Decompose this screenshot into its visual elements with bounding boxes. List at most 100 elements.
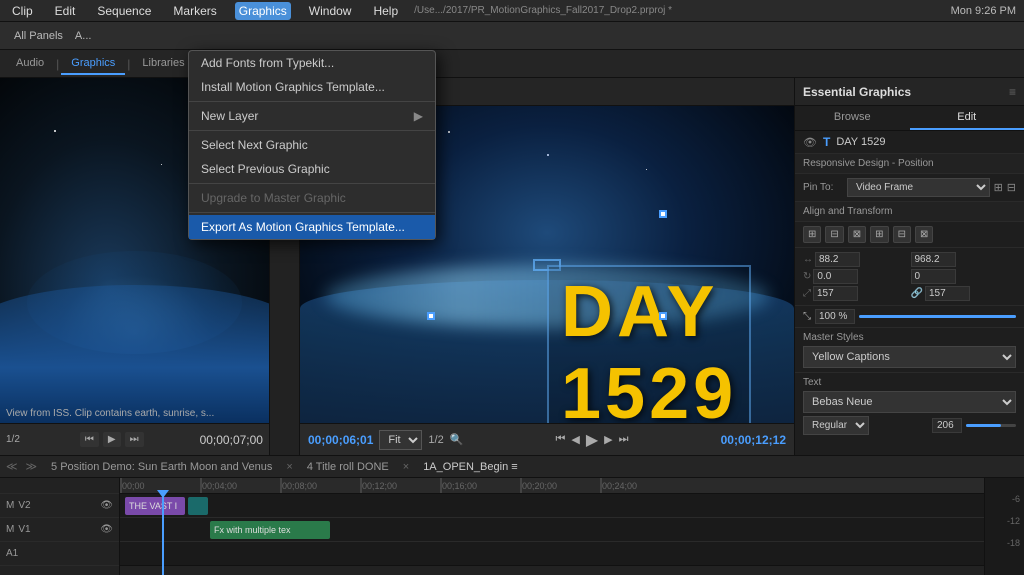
left-timecode: 00;00;07;00 bbox=[200, 433, 263, 447]
toolbar-item-2[interactable]: A... bbox=[69, 28, 98, 44]
fit-select[interactable]: Fit bbox=[379, 430, 422, 450]
scale-slider-fill bbox=[859, 315, 1016, 318]
db-label-18: -18 bbox=[989, 538, 1020, 548]
c-star3 bbox=[547, 154, 549, 156]
align-transform-label: Align and Transform bbox=[795, 202, 1024, 222]
handle-br[interactable] bbox=[659, 312, 667, 320]
scale-input[interactable] bbox=[911, 269, 956, 284]
zoom-to-fit[interactable]: 🔍 bbox=[450, 433, 464, 446]
all-panels-btn[interactable]: All Panels bbox=[8, 28, 69, 44]
track-v2-eye[interactable]: 👁 bbox=[100, 500, 113, 511]
dd-select-prev-label: Select Previous Graphic bbox=[201, 162, 330, 176]
tab-sep1: | bbox=[56, 57, 59, 71]
dd-select-next-label: Select Next Graphic bbox=[201, 138, 308, 152]
rotation-input[interactable] bbox=[813, 269, 858, 284]
width-input[interactable] bbox=[813, 286, 858, 301]
height-input[interactable] bbox=[925, 286, 970, 301]
handle-bl[interactable] bbox=[427, 312, 435, 320]
tl-tab2-close[interactable]: × bbox=[403, 461, 409, 473]
left-play-back[interactable]: ⏮ bbox=[80, 432, 99, 447]
tl-label-v2: M V2 👁 bbox=[0, 494, 119, 518]
align-left[interactable]: ⊞ bbox=[803, 226, 821, 243]
font-size-slider[interactable] bbox=[966, 424, 1016, 427]
track-v1-eye[interactable]: 👁 bbox=[100, 524, 113, 535]
scale-pct-input[interactable] bbox=[815, 309, 855, 324]
tl-nav-left[interactable]: ≪ bbox=[6, 460, 18, 473]
layer-visibility-toggle[interactable]: 👁 bbox=[803, 136, 817, 149]
track-v1: Fx with multiple tex bbox=[120, 518, 984, 542]
go-to-in[interactable]: ⏮ bbox=[555, 433, 565, 446]
day-text-display: DAY 1529 bbox=[547, 265, 751, 424]
tl-tab3[interactable]: 1A_OPEN_Begin ≡ bbox=[417, 459, 523, 475]
font-size-input[interactable] bbox=[932, 418, 962, 433]
master-styles-section: Master Styles Yellow Captions bbox=[795, 328, 1024, 373]
dd-add-fonts[interactable]: Add Fonts from Typekit... bbox=[189, 51, 435, 75]
tab-browse[interactable]: Browse bbox=[795, 106, 910, 130]
selection-box: DAY 1529 bbox=[533, 259, 561, 271]
position-y-input[interactable] bbox=[911, 252, 956, 267]
align-center-v[interactable]: ⊟ bbox=[893, 226, 911, 243]
dd-select-prev[interactable]: Select Previous Graphic bbox=[189, 157, 435, 181]
menu-window[interactable]: Window bbox=[305, 2, 356, 20]
align-top[interactable]: ⊞ bbox=[870, 226, 888, 243]
track-v2-label: M bbox=[6, 500, 14, 511]
right-panel: Essential Graphics ≡ Browse Edit 👁 T DAY… bbox=[794, 78, 1024, 455]
timeline: ≪ ≫ 5 Position Demo: Sun Earth Moon and … bbox=[0, 455, 1024, 575]
pin-to-select[interactable]: Video Frame bbox=[847, 178, 990, 197]
tab-audio[interactable]: Audio bbox=[6, 53, 54, 75]
playhead[interactable] bbox=[162, 494, 164, 575]
menu-markers[interactable]: Markers bbox=[169, 2, 220, 20]
dd-select-next[interactable]: Select Next Graphic bbox=[189, 133, 435, 157]
handle-tr[interactable] bbox=[659, 210, 667, 218]
toolbar: All Panels A... bbox=[0, 22, 1024, 50]
pin-icon-2: ⊟ bbox=[1007, 181, 1016, 194]
master-styles-select[interactable]: Yellow Captions bbox=[803, 346, 1016, 368]
menu-sequence[interactable]: Sequence bbox=[93, 2, 155, 20]
timecode-current: 00;00;06;01 bbox=[308, 433, 373, 447]
menu-graphics[interactable]: Graphics bbox=[235, 2, 291, 20]
scale-slider[interactable] bbox=[859, 315, 1016, 318]
font-size-row bbox=[932, 418, 1016, 433]
menu-edit[interactable]: Edit bbox=[51, 2, 80, 20]
height-cell: 🔗 bbox=[911, 286, 1017, 301]
align-right[interactable]: ⊠ bbox=[848, 226, 866, 243]
tl-scrollbar[interactable] bbox=[120, 565, 984, 575]
next-frame[interactable]: ▶ bbox=[604, 433, 612, 446]
clip-teal[interactable] bbox=[188, 497, 208, 515]
left-play[interactable]: ▶ bbox=[103, 432, 121, 447]
tl-nav-right[interactable]: ≫ bbox=[26, 460, 38, 473]
tl-tab2[interactable]: 4 Title roll DONE bbox=[301, 459, 395, 475]
tl-tab1[interactable]: 5 Position Demo: Sun Earth Moon and Venu… bbox=[45, 459, 278, 475]
layer-row: 👁 T DAY 1529 bbox=[795, 131, 1024, 154]
play-btn[interactable]: ▶ bbox=[586, 430, 598, 450]
font-style-select[interactable]: Regular bbox=[803, 416, 869, 435]
tl-label-v1: M V1 👁 bbox=[0, 518, 119, 542]
align-center-h[interactable]: ⊟ bbox=[825, 226, 843, 243]
clip-the-vast[interactable]: THE VAST I bbox=[125, 497, 185, 515]
align-bottom[interactable]: ⊠ bbox=[915, 226, 933, 243]
tab-graphics[interactable]: Graphics bbox=[61, 53, 125, 75]
left-video-label: View from ISS. Clip contains earth, sunr… bbox=[6, 408, 214, 419]
menu-clip[interactable]: Clip bbox=[8, 2, 37, 20]
ruler-mark-2: 00;08;00 bbox=[280, 478, 282, 493]
tl-track-area: 00;00 00;04;00 00;08;00 00;12;00 00;16;0… bbox=[120, 478, 984, 575]
go-to-out[interactable]: ⏭ bbox=[619, 433, 629, 446]
right-panel-menu-icon[interactable]: ≡ bbox=[1009, 85, 1016, 99]
left-play-fwd[interactable]: ⏭ bbox=[125, 432, 144, 447]
dd-new-layer[interactable]: New Layer ▶ bbox=[189, 104, 435, 128]
layer-name: DAY 1529 bbox=[836, 136, 885, 148]
tab-libraries[interactable]: Libraries bbox=[132, 53, 194, 75]
dd-export-mgt[interactable]: Export As Motion Graphics Template... bbox=[189, 215, 435, 239]
dd-install-mgt[interactable]: Install Motion Graphics Template... bbox=[189, 75, 435, 99]
clip-with-multiple[interactable]: Fx with multiple tex bbox=[210, 521, 330, 539]
middle-row: View from ISS. Clip contains earth, sunr… bbox=[0, 78, 1024, 455]
menu-help[interactable]: Help bbox=[369, 2, 402, 20]
tab-edit[interactable]: Edit bbox=[910, 106, 1024, 130]
prev-frame[interactable]: ◀ bbox=[571, 433, 579, 446]
menu-bar: Clip Edit Sequence Markers Graphics Wind… bbox=[0, 0, 1024, 22]
position-x-input[interactable] bbox=[815, 252, 860, 267]
right-panel-tabs: Browse Edit bbox=[795, 106, 1024, 131]
font-select[interactable]: Bebas Neue bbox=[803, 391, 1016, 413]
tl-tab1-close[interactable]: × bbox=[286, 461, 292, 473]
ruler-mark-3: 00;12;00 bbox=[360, 478, 362, 493]
